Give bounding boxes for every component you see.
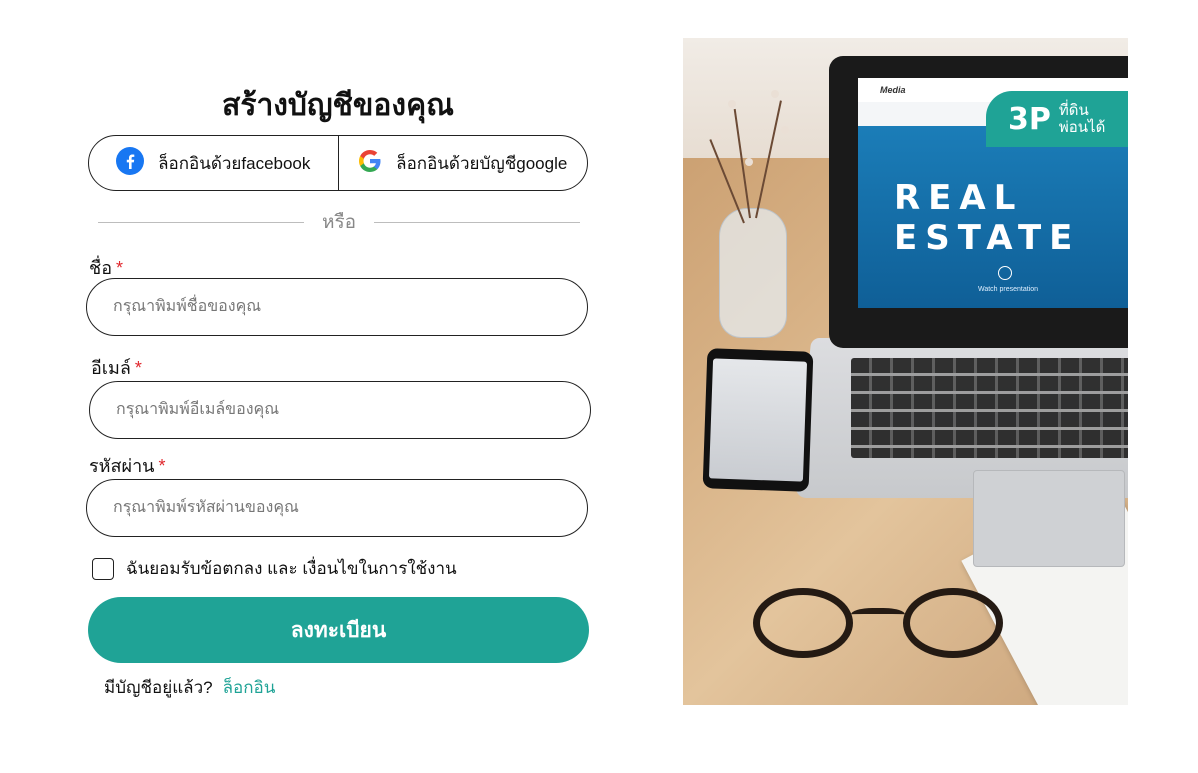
social-login-group: ล็อกอินด้วยfacebook ล็อกอินด้วยบัญชีgoog… [88, 135, 588, 191]
password-input[interactable] [86, 479, 588, 537]
register-button[interactable]: ลงทะเบียน [88, 597, 589, 663]
google-icon [358, 149, 382, 178]
dried-flower [713, 133, 721, 141]
glasses-lens [903, 588, 1003, 658]
required-mark: * [116, 258, 124, 278]
screen-subtitle: Watch presentation [978, 286, 1039, 293]
brand-text-line2: พ่อนได้ [1058, 119, 1106, 136]
glasses-bridge [851, 608, 905, 624]
screen-title: REAL ESTATE [894, 178, 1081, 258]
hero-photo: Media REAL ESTATE Watch presentation 3P … [683, 38, 1128, 705]
glasses-lens [753, 588, 853, 658]
page-title: สร้างบัญชีของคุณ [222, 89, 454, 122]
terms-label[interactable]: ฉันยอมรับข้อตกลง และ เงื่อนไขในการใช้งาน [126, 555, 457, 582]
dried-flower [745, 158, 753, 166]
google-login-button[interactable]: ล็อกอินด้วยบัญชีgoogle [337, 136, 588, 190]
dried-flower [771, 90, 779, 98]
dried-flower [728, 100, 736, 108]
email-label-text: อีเมล์ [91, 358, 131, 378]
login-prompt: มีบัญชีอยู่แล้ว? ล็อกอิน [104, 674, 275, 701]
glass-vase [719, 208, 787, 338]
facebook-login-label: ล็อกอินด้วยfacebook [158, 153, 311, 173]
dried-flower [781, 126, 789, 134]
required-mark: * [158, 456, 166, 476]
login-link[interactable]: ล็อกอิน [223, 678, 276, 697]
brand-text-line1: ที่ดิน [1058, 102, 1089, 119]
email-input[interactable] [89, 381, 591, 439]
name-input[interactable] [86, 278, 588, 336]
screen-brand: Media [880, 85, 906, 95]
required-mark: * [134, 358, 142, 378]
divider-line [98, 221, 304, 223]
brand-text: ที่ดิน พ่อนได้ [1059, 102, 1105, 136]
divider-text: หรือ [321, 212, 357, 233]
laptop-trackpad [973, 470, 1125, 567]
facebook-login-button[interactable]: ล็อกอินด้วยfacebook [89, 136, 338, 190]
password-label: รหัสผ่าน * [89, 451, 166, 480]
play-icon [998, 266, 1012, 280]
terms-checkbox[interactable] [92, 557, 114, 580]
smartphone [702, 348, 814, 492]
name-label-text: ชื่อ [89, 258, 113, 278]
eyeglasses [753, 588, 1003, 678]
have-account-text: มีบัญชีอยู่แล้ว? [104, 678, 213, 697]
brand-logo: 3P [1008, 101, 1051, 137]
phone-screen [708, 358, 808, 482]
or-divider: หรือ [98, 210, 581, 234]
laptop-keyboard [851, 358, 1128, 458]
google-login-label: ล็อกอินด้วยบัญชีgoogle [396, 153, 568, 173]
email-label: อีเมล์ * [91, 353, 142, 382]
divider-line [374, 221, 581, 223]
brand-badge: 3P ที่ดิน พ่อนได้ [986, 91, 1128, 147]
facebook-icon [116, 146, 145, 180]
password-label-text: รหัสผ่าน [89, 456, 155, 476]
terms-row: ฉันยอมรับข้อตกลง และ เงื่อนไขในการใช้งาน [92, 555, 457, 582]
